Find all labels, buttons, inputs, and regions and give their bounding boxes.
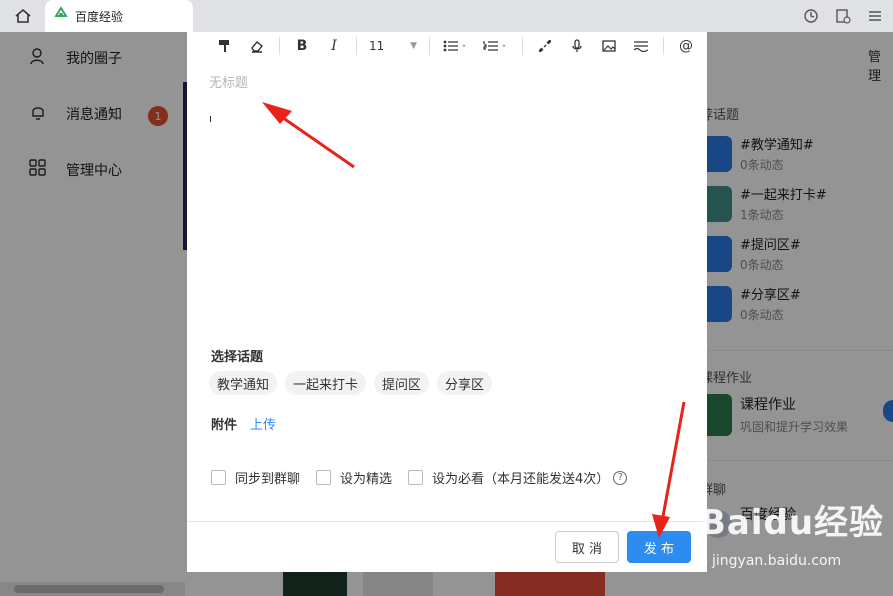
text-cursor <box>210 116 211 122</box>
post-options: 同步到群聊 设为精选 设为必看（本月还能发送4次） ? <box>211 468 628 487</box>
must-read-option[interactable]: 设为必看（本月还能发送4次） <box>408 468 609 487</box>
microphone-icon[interactable] <box>561 34 593 58</box>
watermark-url: jingyan.baidu.com <box>712 553 842 569</box>
editor-toolbar: B I 11 ▼ @ <box>187 32 707 60</box>
bookmark-icon[interactable] <box>833 6 853 26</box>
option-label: 同步到群聊 <box>235 472 301 487</box>
help-icon[interactable]: ? <box>613 470 628 485</box>
font-size-value: 11 <box>369 39 385 53</box>
content-editor[interactable] <box>209 102 685 332</box>
featured-option[interactable]: 设为精选 <box>316 468 392 487</box>
option-label: 设为必看（本月还能发送4次） <box>432 472 610 487</box>
publish-button[interactable]: 发 布 <box>627 531 691 563</box>
bullet-list-icon[interactable] <box>436 34 476 58</box>
link-icon[interactable] <box>529 34 561 58</box>
topic-section-label: 选择话题 <box>211 350 264 365</box>
menu-icon[interactable] <box>865 6 885 26</box>
toolbar-divider <box>279 37 280 55</box>
toolbar-divider <box>663 37 664 55</box>
attachment-label: 附件 <box>211 418 238 433</box>
italic-icon[interactable]: I <box>318 34 350 58</box>
topic-chip[interactable]: 一起来打卡 <box>285 371 367 395</box>
checkbox[interactable] <box>408 470 424 485</box>
topic-chip[interactable]: 教学通知 <box>209 371 278 395</box>
browser-tab[interactable]: 百度经验 <box>45 0 193 32</box>
post-editor-modal: B I 11 ▼ @ 选择话题 教学通知 <box>187 32 707 572</box>
browser-tab-bar: 百度经验 <box>0 0 893 32</box>
cancel-button[interactable]: 取 消 <box>555 531 619 563</box>
topic-chip[interactable]: 分享区 <box>437 371 493 395</box>
option-label: 设为精选 <box>340 472 393 487</box>
topic-chip[interactable]: 提问区 <box>374 371 430 395</box>
toolbar-divider <box>356 37 357 55</box>
footer-divider <box>187 521 707 522</box>
bold-icon[interactable]: B <box>286 34 318 58</box>
watermark-brand: Baidu经验 <box>700 503 885 543</box>
refresh-icon[interactable] <box>801 6 821 26</box>
sync-group-option[interactable]: 同步到群聊 <box>211 468 300 487</box>
checkbox[interactable] <box>316 470 332 485</box>
checkbox[interactable] <box>211 470 226 485</box>
font-size-select[interactable]: 11 ▼ <box>363 39 423 53</box>
tab-title: 百度经验 <box>75 9 124 24</box>
title-input[interactable] <box>209 72 679 94</box>
home-icon[interactable] <box>12 6 34 26</box>
toolbar-divider <box>429 37 430 55</box>
toolbar-divider <box>522 37 523 55</box>
recycle-logo-icon <box>53 6 69 26</box>
upload-link[interactable]: 上传 <box>250 414 276 433</box>
numbered-list-icon[interactable] <box>476 34 516 58</box>
eraser-icon[interactable] <box>241 34 273 58</box>
mention-icon[interactable]: @ <box>670 34 702 58</box>
chevron-down-icon: ▼ <box>410 41 417 51</box>
baidu-watermark: Baidu经验 jingyan.baidu.com <box>700 495 890 575</box>
format-painter-icon[interactable] <box>209 34 241 58</box>
divider-line-icon[interactable] <box>625 34 657 58</box>
topic-chips: 教学通知 一起来打卡 提问区 分享区 <box>209 371 493 395</box>
image-icon[interactable] <box>593 34 625 58</box>
